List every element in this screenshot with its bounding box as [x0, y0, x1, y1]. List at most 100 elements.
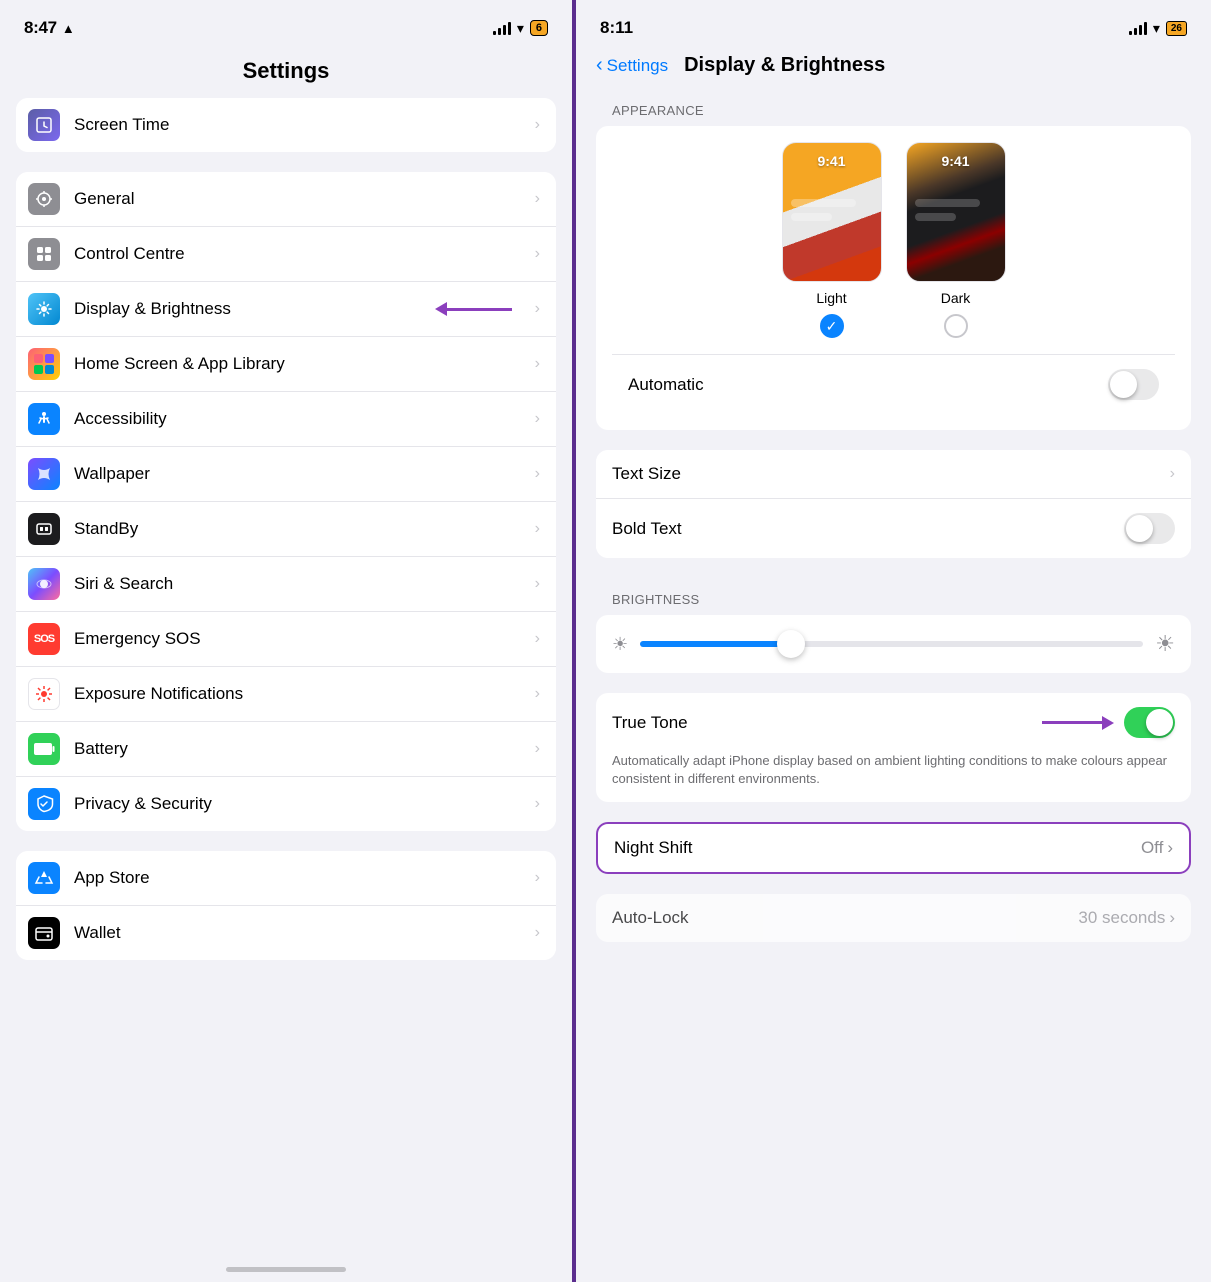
settings-item-appstore[interactable]: App Store › — [16, 851, 556, 906]
privacy-icon — [28, 788, 60, 820]
check-icon: ✓ — [826, 318, 838, 335]
brightness-section-label: BRIGHTNESS — [596, 578, 1191, 615]
accessibility-icon — [28, 403, 60, 435]
settings-group-2: General › Control Centre › Display & Bri… — [16, 172, 556, 831]
appearance-option-dark[interactable]: 9:41 Dark — [906, 142, 1006, 338]
light-preview-time: 9:41 — [817, 153, 845, 169]
true-tone-row: True Tone — [596, 693, 1191, 752]
exposure-icon — [28, 678, 60, 710]
privacy-chevron: › — [535, 795, 540, 813]
light-radio[interactable]: ✓ — [820, 314, 844, 338]
settings-item-home-screen[interactable]: Home Screen & App Library › — [16, 337, 556, 392]
left-panel: 8:47 ▲ ▾ 6 Settings Screen Time › — [0, 0, 572, 1282]
text-size-label: Text Size — [612, 464, 1170, 484]
wallpaper-chevron: › — [535, 465, 540, 483]
time-left: 8:47 — [24, 18, 57, 38]
sun-large-icon: ☀ — [1155, 631, 1175, 657]
nav-back-chevron-icon: ‹ — [596, 55, 603, 75]
settings-item-control-centre[interactable]: Control Centre › — [16, 227, 556, 282]
screen-time-chevron: › — [535, 116, 540, 134]
dark-preview: 9:41 — [906, 142, 1006, 282]
text-size-row[interactable]: Text Size › — [596, 450, 1191, 499]
night-shift-value: Off — [1141, 838, 1163, 858]
true-tone-arrow-line — [1042, 721, 1102, 724]
settings-item-emergency-sos[interactable]: SOS Emergency SOS › — [16, 612, 556, 667]
appearance-option-light[interactable]: 9:41 Light ✓ — [782, 142, 882, 338]
settings-item-battery[interactable]: Battery › — [16, 722, 556, 777]
battery-icon — [28, 733, 60, 765]
location-icon: ▲ — [62, 21, 75, 36]
automatic-toggle[interactable] — [1108, 369, 1159, 400]
settings-item-general[interactable]: General › — [16, 172, 556, 227]
page-title-left: Settings — [0, 50, 572, 98]
slider-thumb[interactable] — [777, 630, 805, 658]
screen-time-icon — [28, 109, 60, 141]
status-bar-left: 8:47 ▲ ▾ 6 — [0, 0, 572, 50]
dark-label: Dark — [941, 290, 971, 306]
emergency-chevron: › — [535, 630, 540, 648]
status-icons-left: ▾ 6 — [493, 20, 548, 37]
settings-item-screen-time[interactable]: Screen Time › — [16, 98, 556, 152]
brightness-card: ☀ ☀ — [596, 615, 1191, 673]
sun-small-icon: ☀ — [612, 634, 628, 655]
settings-group-3: App Store › Wallet › — [16, 851, 556, 960]
appstore-chevron: › — [535, 869, 540, 887]
battery-status-left: 6 — [530, 20, 548, 36]
settings-item-display-brightness[interactable]: Display & Brightness › — [16, 282, 556, 337]
auto-lock-chevron: › — [1169, 908, 1175, 928]
standby-chevron: › — [535, 520, 540, 538]
accessibility-label: Accessibility — [74, 409, 535, 429]
night-shift-row[interactable]: Night Shift Off › — [598, 824, 1189, 872]
auto-lock-value: 30 seconds — [1078, 908, 1165, 928]
time-right: 8:11 — [600, 18, 633, 38]
true-tone-desc: Automatically adapt iPhone display based… — [596, 752, 1191, 802]
auto-lock-card: Auto-Lock 30 seconds › — [596, 894, 1191, 942]
settings-group-1: Screen Time › — [16, 98, 556, 152]
wallet-icon — [28, 917, 60, 949]
bold-text-toggle[interactable] — [1124, 513, 1175, 544]
bold-text-label: Bold Text — [612, 519, 1124, 539]
true-tone-section: True Tone Automatically adapt iPhone dis… — [596, 693, 1191, 802]
nav-header: ‹ Settings Display & Brightness — [576, 50, 1211, 89]
siri-label: Siri & Search — [74, 574, 535, 594]
bold-text-row[interactable]: Bold Text — [596, 499, 1191, 558]
emergency-label: Emergency SOS — [74, 629, 535, 649]
privacy-label: Privacy & Security — [74, 794, 535, 814]
nav-back-button[interactable]: ‹ Settings — [596, 56, 668, 76]
general-label: General — [74, 189, 535, 209]
general-chevron: › — [535, 190, 540, 208]
signal-icon — [493, 21, 511, 35]
siri-icon — [28, 568, 60, 600]
night-shift-chevron: › — [1167, 838, 1173, 858]
right-panel: 8:11 ▾ 26 ‹ Settings Display & Brightnes… — [576, 0, 1211, 1282]
standby-label: StandBy — [74, 519, 535, 539]
dark-radio[interactable] — [944, 314, 968, 338]
settings-item-standby[interactable]: StandBy › — [16, 502, 556, 557]
battery-label: Battery — [74, 739, 535, 759]
settings-item-accessibility[interactable]: Accessibility › — [16, 392, 556, 447]
automatic-row: Automatic — [612, 354, 1175, 414]
right-content: APPEARANCE 9:41 Light ✓ — [576, 89, 1211, 1282]
settings-item-privacy[interactable]: Privacy & Security › — [16, 777, 556, 831]
control-chevron: › — [535, 245, 540, 263]
auto-lock-row[interactable]: Auto-Lock 30 seconds › — [596, 894, 1191, 942]
appstore-label: App Store — [74, 868, 535, 888]
night-shift-card: Night Shift Off › — [596, 822, 1191, 874]
control-icon — [28, 238, 60, 270]
appstore-icon — [28, 862, 60, 894]
true-tone-toggle[interactable] — [1124, 707, 1175, 738]
settings-item-exposure[interactable]: Exposure Notifications › — [16, 667, 556, 722]
brightness-slider[interactable] — [640, 641, 1143, 647]
screen-time-label: Screen Time — [74, 115, 535, 135]
home-label: Home Screen & App Library — [74, 354, 535, 374]
battery-status-right: 26 — [1166, 21, 1187, 36]
wallet-chevron: › — [535, 924, 540, 942]
emergency-icon: SOS — [28, 623, 60, 655]
automatic-label: Automatic — [628, 375, 704, 395]
settings-item-wallet[interactable]: Wallet › — [16, 906, 556, 960]
settings-item-siri-search[interactable]: Siri & Search › — [16, 557, 556, 612]
status-bar-right: 8:11 ▾ 26 — [576, 0, 1211, 50]
settings-list: Screen Time › General › Control Centre › — [0, 98, 572, 980]
display-icon — [28, 293, 60, 325]
settings-item-wallpaper[interactable]: Wallpaper › — [16, 447, 556, 502]
